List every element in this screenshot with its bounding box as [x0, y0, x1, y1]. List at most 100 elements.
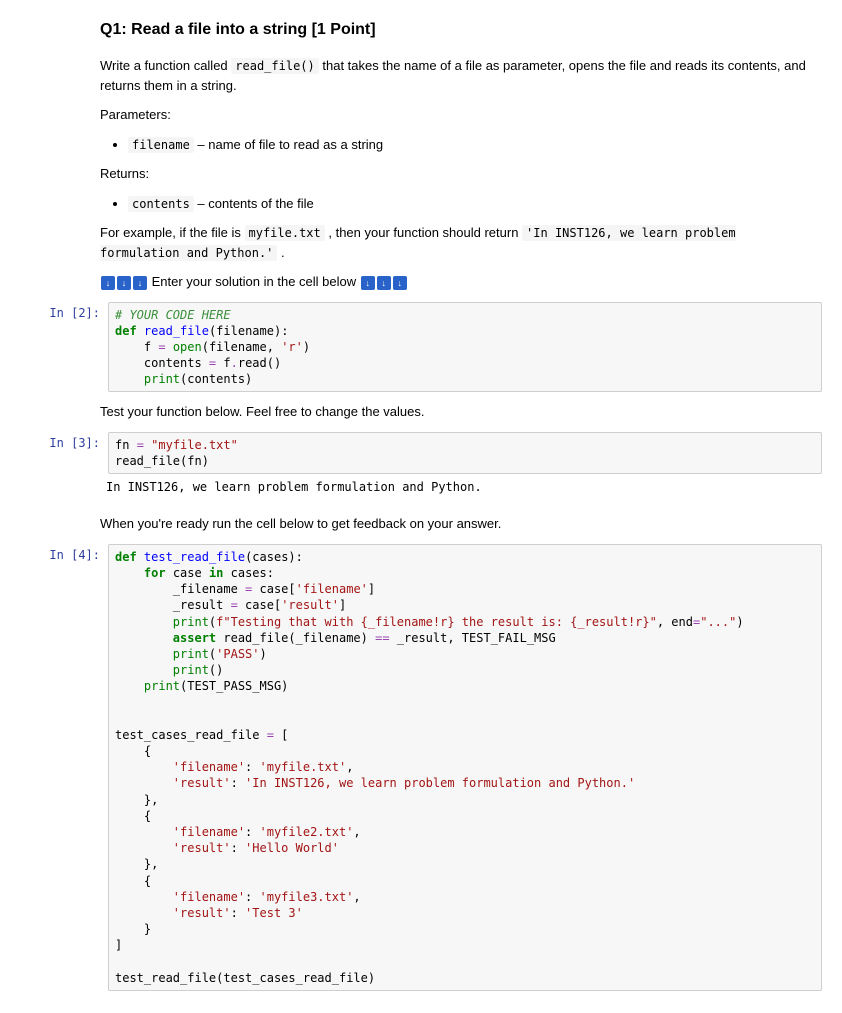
- params-list: filename – name of file to read as a str…: [100, 135, 822, 155]
- str: 'myfile3.txt': [260, 890, 354, 904]
- code-input[interactable]: fn = "myfile.txt" read_file(fn): [108, 432, 822, 474]
- cell-prompt: In [2]:: [20, 302, 108, 320]
- str: 'result': [173, 776, 231, 790]
- code-frag: ,: [346, 760, 353, 774]
- code-input[interactable]: # YOUR CODE HERE def read_file(filename)…: [108, 302, 822, 393]
- code-frag: ,: [353, 890, 360, 904]
- code-frag: (filename,: [202, 340, 281, 354]
- example-line: For example, if the file is myfile.txt ,…: [100, 223, 822, 262]
- cell-output: In INST126, we learn problem formulation…: [100, 476, 822, 504]
- code-frag: fn: [115, 438, 137, 452]
- test-instruction-1: Test your function below. Feel free to c…: [100, 402, 822, 422]
- builtin-print: print: [173, 663, 209, 677]
- param-filename: filename – name of file to read as a str…: [128, 135, 822, 155]
- code-frag: ): [260, 647, 267, 661]
- arrow-down-icon: ↓: [377, 276, 391, 290]
- str: 'filename': [173, 890, 245, 904]
- code-frag: [115, 760, 173, 774]
- code-frag: },: [115, 793, 158, 807]
- fn-name: test_read_file: [144, 550, 245, 564]
- code-frag: },: [115, 857, 158, 871]
- code-comment: # YOUR CODE HERE: [115, 308, 231, 322]
- returns-list: contents – contents of the file: [100, 194, 822, 214]
- code-frag: ): [303, 340, 310, 354]
- code-frag: [115, 841, 173, 855]
- question-intro: Write a function called read_file() that…: [100, 56, 822, 95]
- code-cell-3: In [4]: def test_read_file(cases): for c…: [20, 544, 822, 991]
- builtin-print: print: [173, 647, 209, 661]
- str: 'filename': [296, 582, 368, 596]
- code-frag: read_file(fn): [115, 454, 209, 468]
- kw-def: def: [115, 324, 137, 338]
- method-read: read: [238, 356, 267, 370]
- op-eq: =: [158, 340, 165, 354]
- str: 'In INST126, we learn problem formulatio…: [245, 776, 635, 790]
- intro-pre: Write a function called: [100, 58, 231, 73]
- code-frag: [115, 663, 173, 677]
- notebook: Q1: Read a file into a string [1 Point] …: [0, 0, 842, 1013]
- param-desc: – name of file to read as a string: [194, 137, 383, 152]
- str: "myfile.txt": [151, 438, 238, 452]
- fn-params: (cases):: [245, 550, 303, 564]
- str: 'result': [173, 906, 231, 920]
- example-file: myfile.txt: [245, 225, 325, 241]
- code-input[interactable]: def test_read_file(cases): for case in c…: [108, 544, 822, 991]
- code-frag: case[: [252, 582, 295, 596]
- code-cell-1: In [2]: # YOUR CODE HERE def read_file(f…: [20, 302, 822, 393]
- builtin-print: print: [144, 372, 180, 386]
- op-dot: .: [231, 356, 238, 370]
- code-cell-2: In [3]: fn = "myfile.txt" read_file(fn): [20, 432, 822, 474]
- code-frag: [115, 566, 144, 580]
- code-frag: }: [115, 922, 151, 936]
- cell-prompt: In [3]:: [20, 432, 108, 450]
- str: 'myfile.txt': [260, 760, 347, 774]
- arrow-down-icon: ↓: [361, 276, 375, 290]
- arrow-down-icon: ↓: [117, 276, 131, 290]
- code-frag: [115, 906, 173, 920]
- kw-for: for: [144, 566, 166, 580]
- code-frag: ]: [115, 938, 122, 952]
- str: "...": [700, 615, 736, 629]
- code-frag: :: [231, 776, 245, 790]
- param-code: filename: [128, 137, 194, 153]
- str: 'filename': [173, 760, 245, 774]
- fn-params: (filename):: [209, 324, 288, 338]
- op-eqeq: ==: [375, 631, 389, 645]
- code-frag: [115, 372, 144, 386]
- code-frag: {: [115, 874, 151, 888]
- code-frag: _result, TEST_FAIL_MSG: [390, 631, 556, 645]
- code-frag: :: [245, 760, 259, 774]
- str: 'myfile2.txt': [260, 825, 354, 839]
- code-frag: :: [245, 825, 259, 839]
- example-pre: For example, if the file is: [100, 225, 245, 240]
- code-frag: (TEST_PASS_MSG): [180, 679, 288, 693]
- code-frag: contents: [115, 356, 209, 370]
- cell-prompt: In [4]:: [20, 544, 108, 562]
- arrow-down-icon: ↓: [133, 276, 147, 290]
- code-frag: f: [115, 340, 158, 354]
- code-frag: test_cases_read_file: [115, 728, 267, 742]
- returns-label: Returns:: [100, 164, 822, 184]
- code-frag: [115, 679, 144, 693]
- code-frag: (contents): [180, 372, 252, 386]
- code-frag: case[: [238, 598, 281, 612]
- str: 'r': [281, 340, 303, 354]
- op-eq: =: [267, 728, 274, 742]
- code-frag: [115, 825, 173, 839]
- str: 'Test 3': [245, 906, 303, 920]
- code-frag: read_file(_filename): [216, 631, 375, 645]
- code-frag: _filename: [115, 582, 245, 596]
- op-eq: =: [137, 438, 144, 452]
- code-frag: [115, 631, 173, 645]
- code-frag: cases:: [223, 566, 274, 580]
- code-frag: case: [166, 566, 209, 580]
- code-frag: _result: [115, 598, 231, 612]
- builtin-print: print: [144, 679, 180, 693]
- str: 'PASS': [216, 647, 259, 661]
- kw-def: def: [115, 550, 137, 564]
- intro-code: read_file(): [231, 58, 318, 74]
- code-frag: {: [115, 809, 151, 823]
- test-instruction-2: When you're ready run the cell below to …: [100, 514, 822, 534]
- example-mid: , then your function should return: [325, 225, 522, 240]
- arrow-down-icon: ↓: [393, 276, 407, 290]
